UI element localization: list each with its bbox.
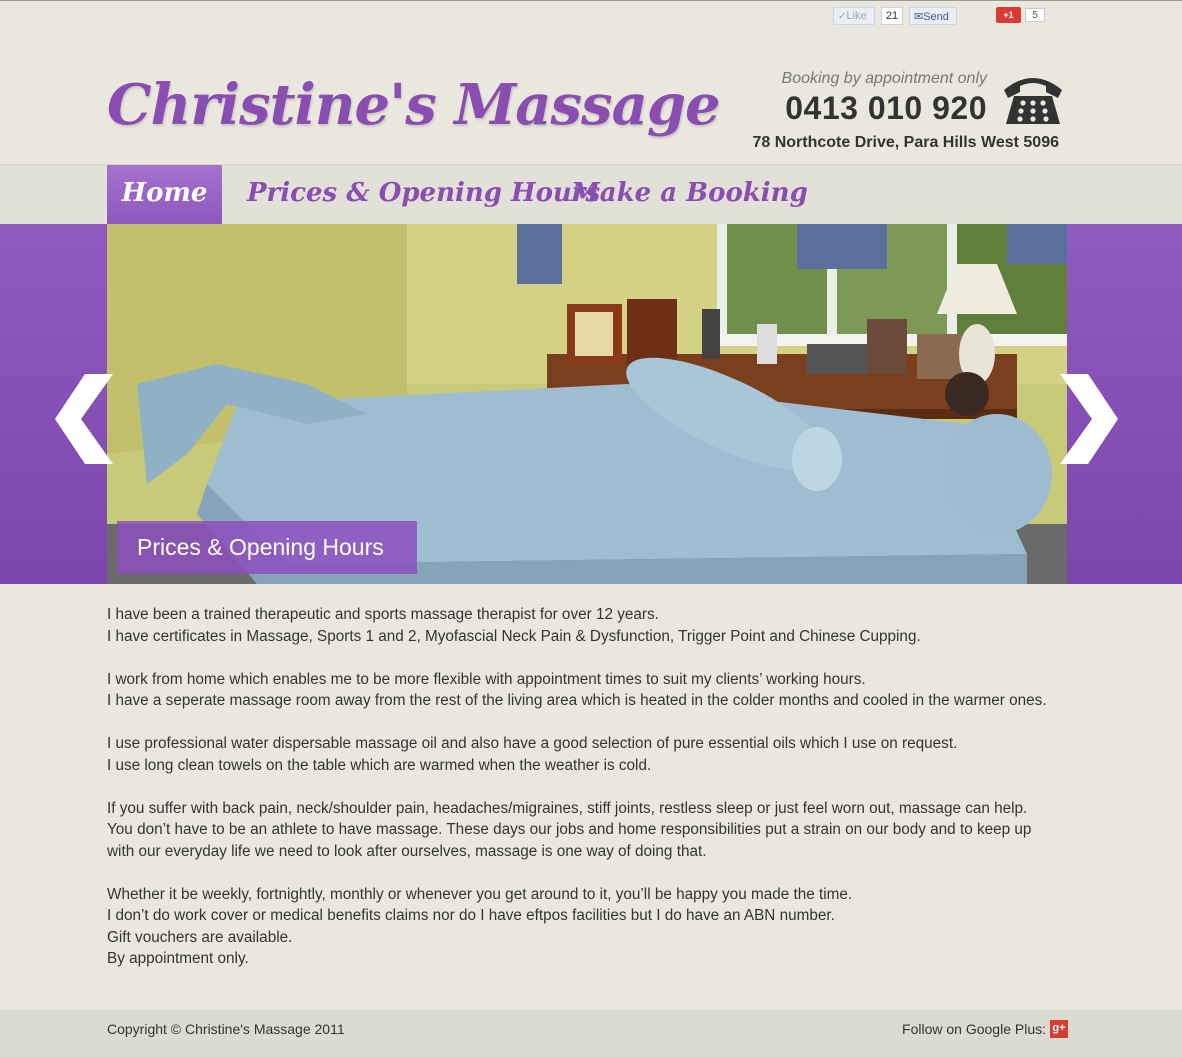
google-plus-one-button[interactable]: +1: [996, 7, 1021, 23]
text-line: If you suffer with back pain, neck/shoul…: [107, 799, 1028, 817]
paragraph-benefits: If you suffer with back pain, neck/shoul…: [107, 798, 1067, 863]
text-line: Whether it be weekly, fortnightly, month…: [107, 885, 853, 903]
main-nav: Home Prices & Opening Hours Make a Booki…: [0, 164, 1182, 225]
social-bar: ✓Like 21 ✉Send +1 5: [0, 7, 1182, 25]
telephone-icon: [1004, 78, 1062, 124]
copyright-text: Copyright © Christine's Massage 2011: [107, 1021, 345, 1037]
phone-number: 0413 010 920: [785, 90, 987, 126]
main-content: I have been a trained therapeutic and sp…: [107, 604, 1067, 991]
paragraph-oils-towels: I use professional water dispersable mas…: [107, 733, 1067, 776]
send-label: Send: [923, 11, 949, 23]
text-line: I have been a trained therapeutic and sp…: [107, 606, 659, 623]
text-line: I use professional water dispersable mas…: [107, 735, 958, 752]
text-line: By appointment only.: [107, 950, 249, 967]
text-line: Gift vouchers are available.: [107, 928, 293, 946]
footer: Copyright © Christine's Massage 2011 Fol…: [0, 1010, 1182, 1057]
follow-google-plus-text: Follow on Google Plus:: [902, 1021, 1046, 1037]
image-slider: Prices & Opening Hours: [0, 224, 1182, 584]
slider-prev-arrow-icon[interactable]: [55, 374, 115, 464]
text-line: with our everyday life we need to look a…: [107, 842, 707, 860]
text-line: I have certificates in Massage, Sports 1…: [107, 627, 921, 645]
paragraph-closing: Whether it be weekly, fortnightly, month…: [107, 884, 1067, 970]
site-logo[interactable]: Christine's Massage: [107, 72, 721, 138]
booking-note: Booking by appointment only: [781, 70, 987, 87]
gplus-count: 5: [1025, 8, 1045, 22]
address: 78 Northcote Drive, Para Hills West 5096: [752, 134, 1059, 151]
nav-home[interactable]: Home: [107, 165, 222, 225]
like-label: Like: [846, 10, 867, 22]
facebook-send-button[interactable]: ✉Send: [909, 7, 957, 25]
facebook-like-button[interactable]: ✓Like: [833, 7, 875, 25]
slider-next-arrow-icon[interactable]: [1058, 374, 1118, 464]
text-line: I have a seperate massage room away from…: [107, 692, 1047, 709]
nav-make-a-booking[interactable]: Make a Booking: [571, 165, 808, 225]
top-border: [0, 0, 1182, 1]
text-line: I work from home which enables me to be …: [107, 670, 866, 688]
text-line: You don’t have to be an athlete to have …: [107, 821, 1032, 838]
text-line: I don’t do work cover or medical benefit…: [107, 907, 835, 924]
paragraph-experience: I have been a trained therapeutic and sp…: [107, 604, 1067, 647]
google-plus-icon[interactable]: g+: [1050, 1020, 1068, 1038]
text-line: I use long clean towels on the table whi…: [107, 756, 652, 774]
like-count: 21: [881, 7, 903, 25]
nav-prices-opening-hours[interactable]: Prices & Opening Hours: [247, 165, 600, 225]
slide-caption[interactable]: Prices & Opening Hours: [117, 521, 417, 574]
paragraph-home-room: I work from home which enables me to be …: [107, 669, 1067, 712]
